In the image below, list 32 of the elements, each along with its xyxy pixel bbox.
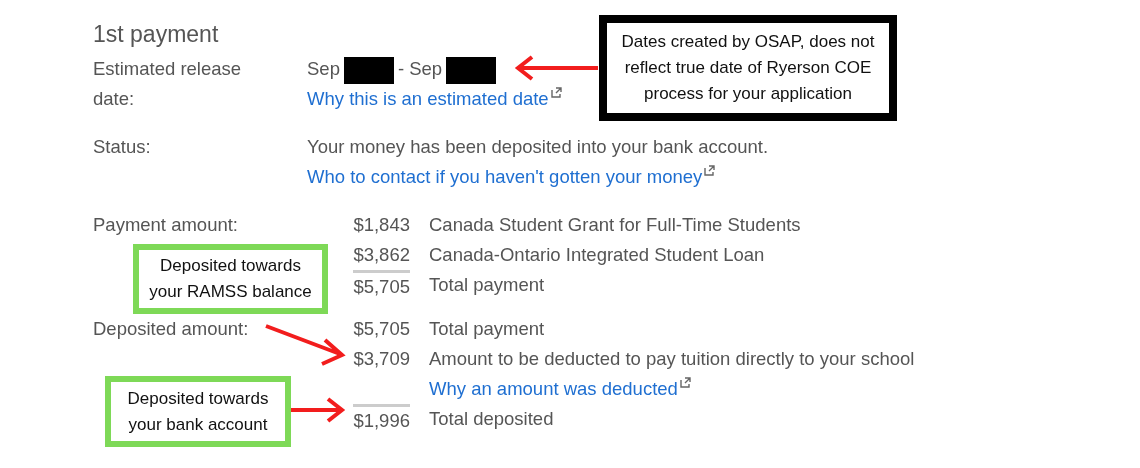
redaction-bar — [343, 56, 394, 84]
amount-description: Canada-Ontario Integrated Student Loan — [429, 243, 766, 267]
field-label: Status: — [93, 135, 151, 159]
annotation-note: Deposited towards your bank account — [105, 376, 291, 447]
amount-description: Total payment — [429, 317, 546, 341]
external-link-icon — [704, 164, 716, 176]
section-heading: 1st payment — [93, 20, 219, 49]
redaction-bar — [446, 56, 497, 84]
annotation-note: Dates created by OSAP, does not reflect true date of Ryerson COE process for your application — [599, 15, 897, 121]
help-link[interactable]: Who to contact if you haven't gotten your money — [307, 166, 716, 187]
date-text: - Sep — [397, 58, 443, 79]
field-label: Payment amount: — [93, 213, 238, 237]
amount-text: $1,843 — [353, 213, 410, 237]
amount-description: Canada Student Grant for Full-Time Students — [429, 213, 802, 237]
help-link[interactable]: Why an amount was deducted — [429, 378, 691, 399]
amount-text: $5,705 — [353, 317, 410, 341]
date-text: Sep — [307, 58, 340, 79]
status-text: Your money has been deposited into your bank account. — [307, 135, 770, 159]
field-label: Estimated release date: — [93, 57, 243, 111]
external-link-icon — [679, 376, 691, 388]
annotation-note: Deposited towards your RAMSS balance — [133, 244, 328, 314]
amount-text: $1,996 — [353, 404, 410, 434]
arrow — [288, 397, 346, 423]
help-link[interactable]: Why this is an estimated date — [307, 88, 562, 109]
amount-description: Total deposited — [429, 407, 555, 431]
amount-text: $3,862 — [353, 243, 410, 267]
amount-text: $5,705 — [353, 270, 410, 300]
external-link-icon — [550, 86, 562, 98]
amount-text: $3,709 — [353, 347, 410, 371]
amount-description: Total payment — [429, 273, 546, 297]
field-label: Deposited amount: — [93, 317, 249, 341]
amount-description: Amount to be deducted to pay tuition directly to your school — [429, 347, 916, 371]
